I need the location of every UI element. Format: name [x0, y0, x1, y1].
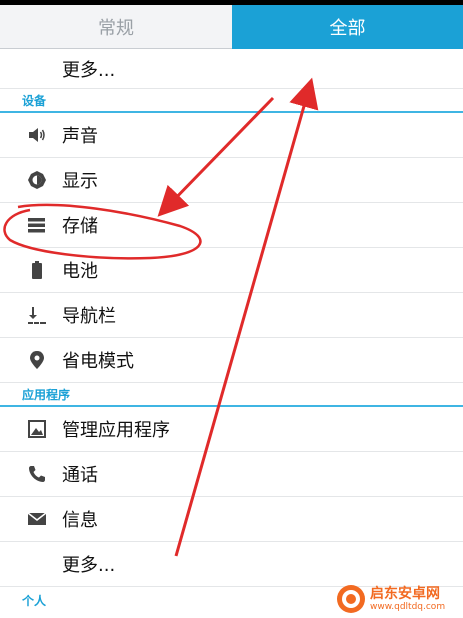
list-item-messages[interactable]: 信息 — [0, 497, 463, 542]
list-item-storage[interactable]: 存储 — [0, 203, 463, 248]
location-pin-icon — [26, 349, 48, 371]
sound-label: 声音 — [62, 126, 98, 147]
envelope-icon — [26, 508, 48, 530]
section-label: 个人 — [22, 594, 47, 608]
list-item-more-bottom[interactable]: 更多... — [0, 542, 463, 587]
storage-icon — [26, 214, 48, 236]
section-header-device: 设备 — [0, 89, 463, 113]
navbar-label: 导航栏 — [62, 306, 116, 327]
power-saving-label: 省电模式 — [62, 351, 134, 372]
watermark-url: www.qdltdq.com — [370, 601, 446, 612]
tab-general[interactable]: 常规 — [0, 5, 232, 49]
watermark-logo-icon — [337, 585, 365, 613]
settings-list: 更多... 设备 声音 显示 存储 电池 导航栏 省电模式 应用程序 管理应用程… — [0, 49, 463, 611]
tab-all[interactable]: 全部 — [232, 5, 463, 49]
list-item-calls[interactable]: 通话 — [0, 452, 463, 497]
brightness-icon — [26, 169, 48, 191]
tab-bar: 常规 全部 — [0, 5, 463, 49]
battery-label: 电池 — [62, 261, 98, 282]
speaker-icon — [26, 124, 48, 146]
section-label: 设备 — [22, 94, 47, 108]
list-item-sound[interactable]: 声音 — [0, 113, 463, 158]
display-label: 显示 — [62, 171, 98, 192]
list-item-navbar[interactable]: 导航栏 — [0, 293, 463, 338]
watermark-title: 启东安卓网 — [370, 585, 440, 602]
list-item-display[interactable]: 显示 — [0, 158, 463, 203]
battery-icon — [26, 259, 48, 281]
section-header-apps: 应用程序 — [0, 383, 463, 407]
section-label: 应用程序 — [22, 388, 71, 402]
more-label: 更多... — [62, 59, 116, 81]
manage-apps-label: 管理应用程序 — [62, 420, 170, 441]
navigation-bar-icon — [26, 304, 48, 326]
watermark: 启东安卓网 www.qdltdq.com — [336, 582, 445, 616]
more-label: 更多... — [62, 555, 116, 576]
phone-icon — [26, 463, 48, 485]
image-icon — [26, 418, 48, 440]
list-item-battery[interactable]: 电池 — [0, 248, 463, 293]
list-item-manage-apps[interactable]: 管理应用程序 — [0, 407, 463, 452]
messages-label: 信息 — [62, 510, 98, 531]
calls-label: 通话 — [62, 465, 98, 486]
list-item-more-top[interactable]: 更多... — [0, 49, 463, 89]
list-item-power-saving[interactable]: 省电模式 — [0, 338, 463, 383]
storage-label: 存储 — [62, 216, 98, 237]
